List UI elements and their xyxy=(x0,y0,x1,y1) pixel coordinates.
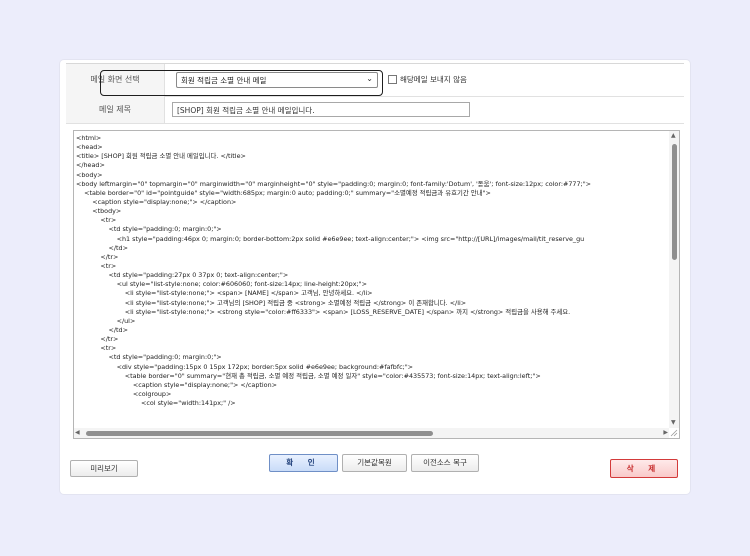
restore-previous-source-button[interactable]: 이전소스 복구 xyxy=(411,454,479,472)
scroll-up-icon[interactable]: ▲ xyxy=(671,132,676,140)
mail-settings-panel: 메일 화면 선택 회원 적립금 소멸 안내 메일 ⌄ 해당메일 보내지 않음 메… xyxy=(60,60,690,494)
code-line: <colgroup> xyxy=(76,389,172,398)
code-line: </head> xyxy=(76,161,105,170)
code-line: <tr> xyxy=(76,344,117,353)
vertical-scroll-thumb[interactable] xyxy=(672,144,677,260)
source-code-area[interactable]: <html> <head> <title> [SHOP] 회원 적립금 소멸 안내 … xyxy=(76,134,665,428)
vertical-scrollbar[interactable]: ▲ ▼ xyxy=(669,131,679,428)
code-line: </tr> xyxy=(76,252,119,261)
chevron-down-icon: ⌄ xyxy=(366,74,373,83)
code-line: <li style="list-style:none;"> <strong st… xyxy=(76,307,571,316)
mail-title-label: 메일 제목 xyxy=(66,96,165,123)
code-line: <tr> xyxy=(76,261,117,270)
code-line: <h1 style="padding:46px 0; margin:0; bor… xyxy=(76,234,585,243)
horizontal-scrollbar[interactable]: ◀ ▶ xyxy=(74,428,669,438)
restore-default-button[interactable]: 기본값복원 xyxy=(342,454,407,472)
no-send-checkbox-label[interactable]: 해당메일 보내지 않음 xyxy=(400,74,467,85)
confirm-button[interactable]: 확 인 xyxy=(269,454,338,472)
code-line: <tr> xyxy=(76,216,117,225)
mail-title-input[interactable]: [SHOP] 회원 적립금 소멸 안내 메일입니다. xyxy=(172,102,470,117)
code-line: <td style="padding:0; margin:0;"> xyxy=(76,353,222,362)
code-line: </td> xyxy=(76,325,128,334)
code-line: <col style="width:141px;" /> xyxy=(76,399,236,408)
code-line: <li style="list-style:none;"> 고객님의 [SHOP… xyxy=(76,298,467,307)
no-send-checkbox[interactable] xyxy=(388,75,397,84)
code-line: </ul> xyxy=(76,316,136,325)
code-line: <td style="padding:27px 0 37px 0; text-a… xyxy=(76,271,289,280)
code-line: <li style="list-style:none;"> <span> [NA… xyxy=(76,289,373,298)
code-line: <table border="0" summary="현재 총 적립금, 소멸 … xyxy=(76,371,541,380)
mail-screen-select-value: 회원 적립금 소멸 안내 메일 xyxy=(181,76,267,85)
code-line: <body leftmargin="0" topmargin="0" margi… xyxy=(76,179,591,188)
code-line: <table border="0" id="pointguide" style=… xyxy=(76,188,491,197)
screen-select-label: 메일 화면 선택 xyxy=(66,64,165,96)
code-line: <tbody> xyxy=(76,207,122,216)
scroll-right-icon[interactable]: ▶ xyxy=(663,429,668,437)
mail-title-row: 메일 제목 [SHOP] 회원 적립금 소멸 안내 메일입니다. xyxy=(66,96,684,124)
code-line: <ul style="list-style:none; color:#60606… xyxy=(76,280,367,289)
code-line: <caption style="display:none;"> </captio… xyxy=(76,197,237,206)
screen-select-row: 메일 화면 선택 회원 적립금 소멸 안내 메일 ⌄ 해당메일 보내지 않음 xyxy=(66,63,684,97)
code-line: <title> [SHOP] 회원 적립금 소멸 안내 메일입니다. </tit… xyxy=(76,152,246,161)
code-line: <td style="padding:0; margin:0;"> xyxy=(76,225,222,234)
scroll-left-icon[interactable]: ◀ xyxy=(75,429,80,437)
resize-grip-icon[interactable] xyxy=(670,429,678,437)
code-line: <head> xyxy=(76,143,103,152)
code-line: <html> xyxy=(76,134,102,142)
code-line: <div style="padding:15px 0 15px 172px; b… xyxy=(76,362,414,371)
code-line: </td> xyxy=(76,243,128,252)
delete-button[interactable]: 삭 제 xyxy=(610,459,678,478)
code-line: <caption style="display:none;"> </captio… xyxy=(76,380,278,389)
code-line: </tr> xyxy=(76,335,119,344)
mail-screen-select[interactable]: 회원 적립금 소멸 안내 메일 ⌄ xyxy=(176,72,378,88)
html-source-editor[interactable]: <html> <head> <title> [SHOP] 회원 적립금 소멸 안내 … xyxy=(73,130,680,439)
scroll-down-icon[interactable]: ▼ xyxy=(671,419,676,427)
horizontal-scroll-thumb[interactable] xyxy=(86,431,433,436)
code-line: <body> xyxy=(76,170,103,179)
preview-button[interactable]: 미리보기 xyxy=(70,460,138,477)
